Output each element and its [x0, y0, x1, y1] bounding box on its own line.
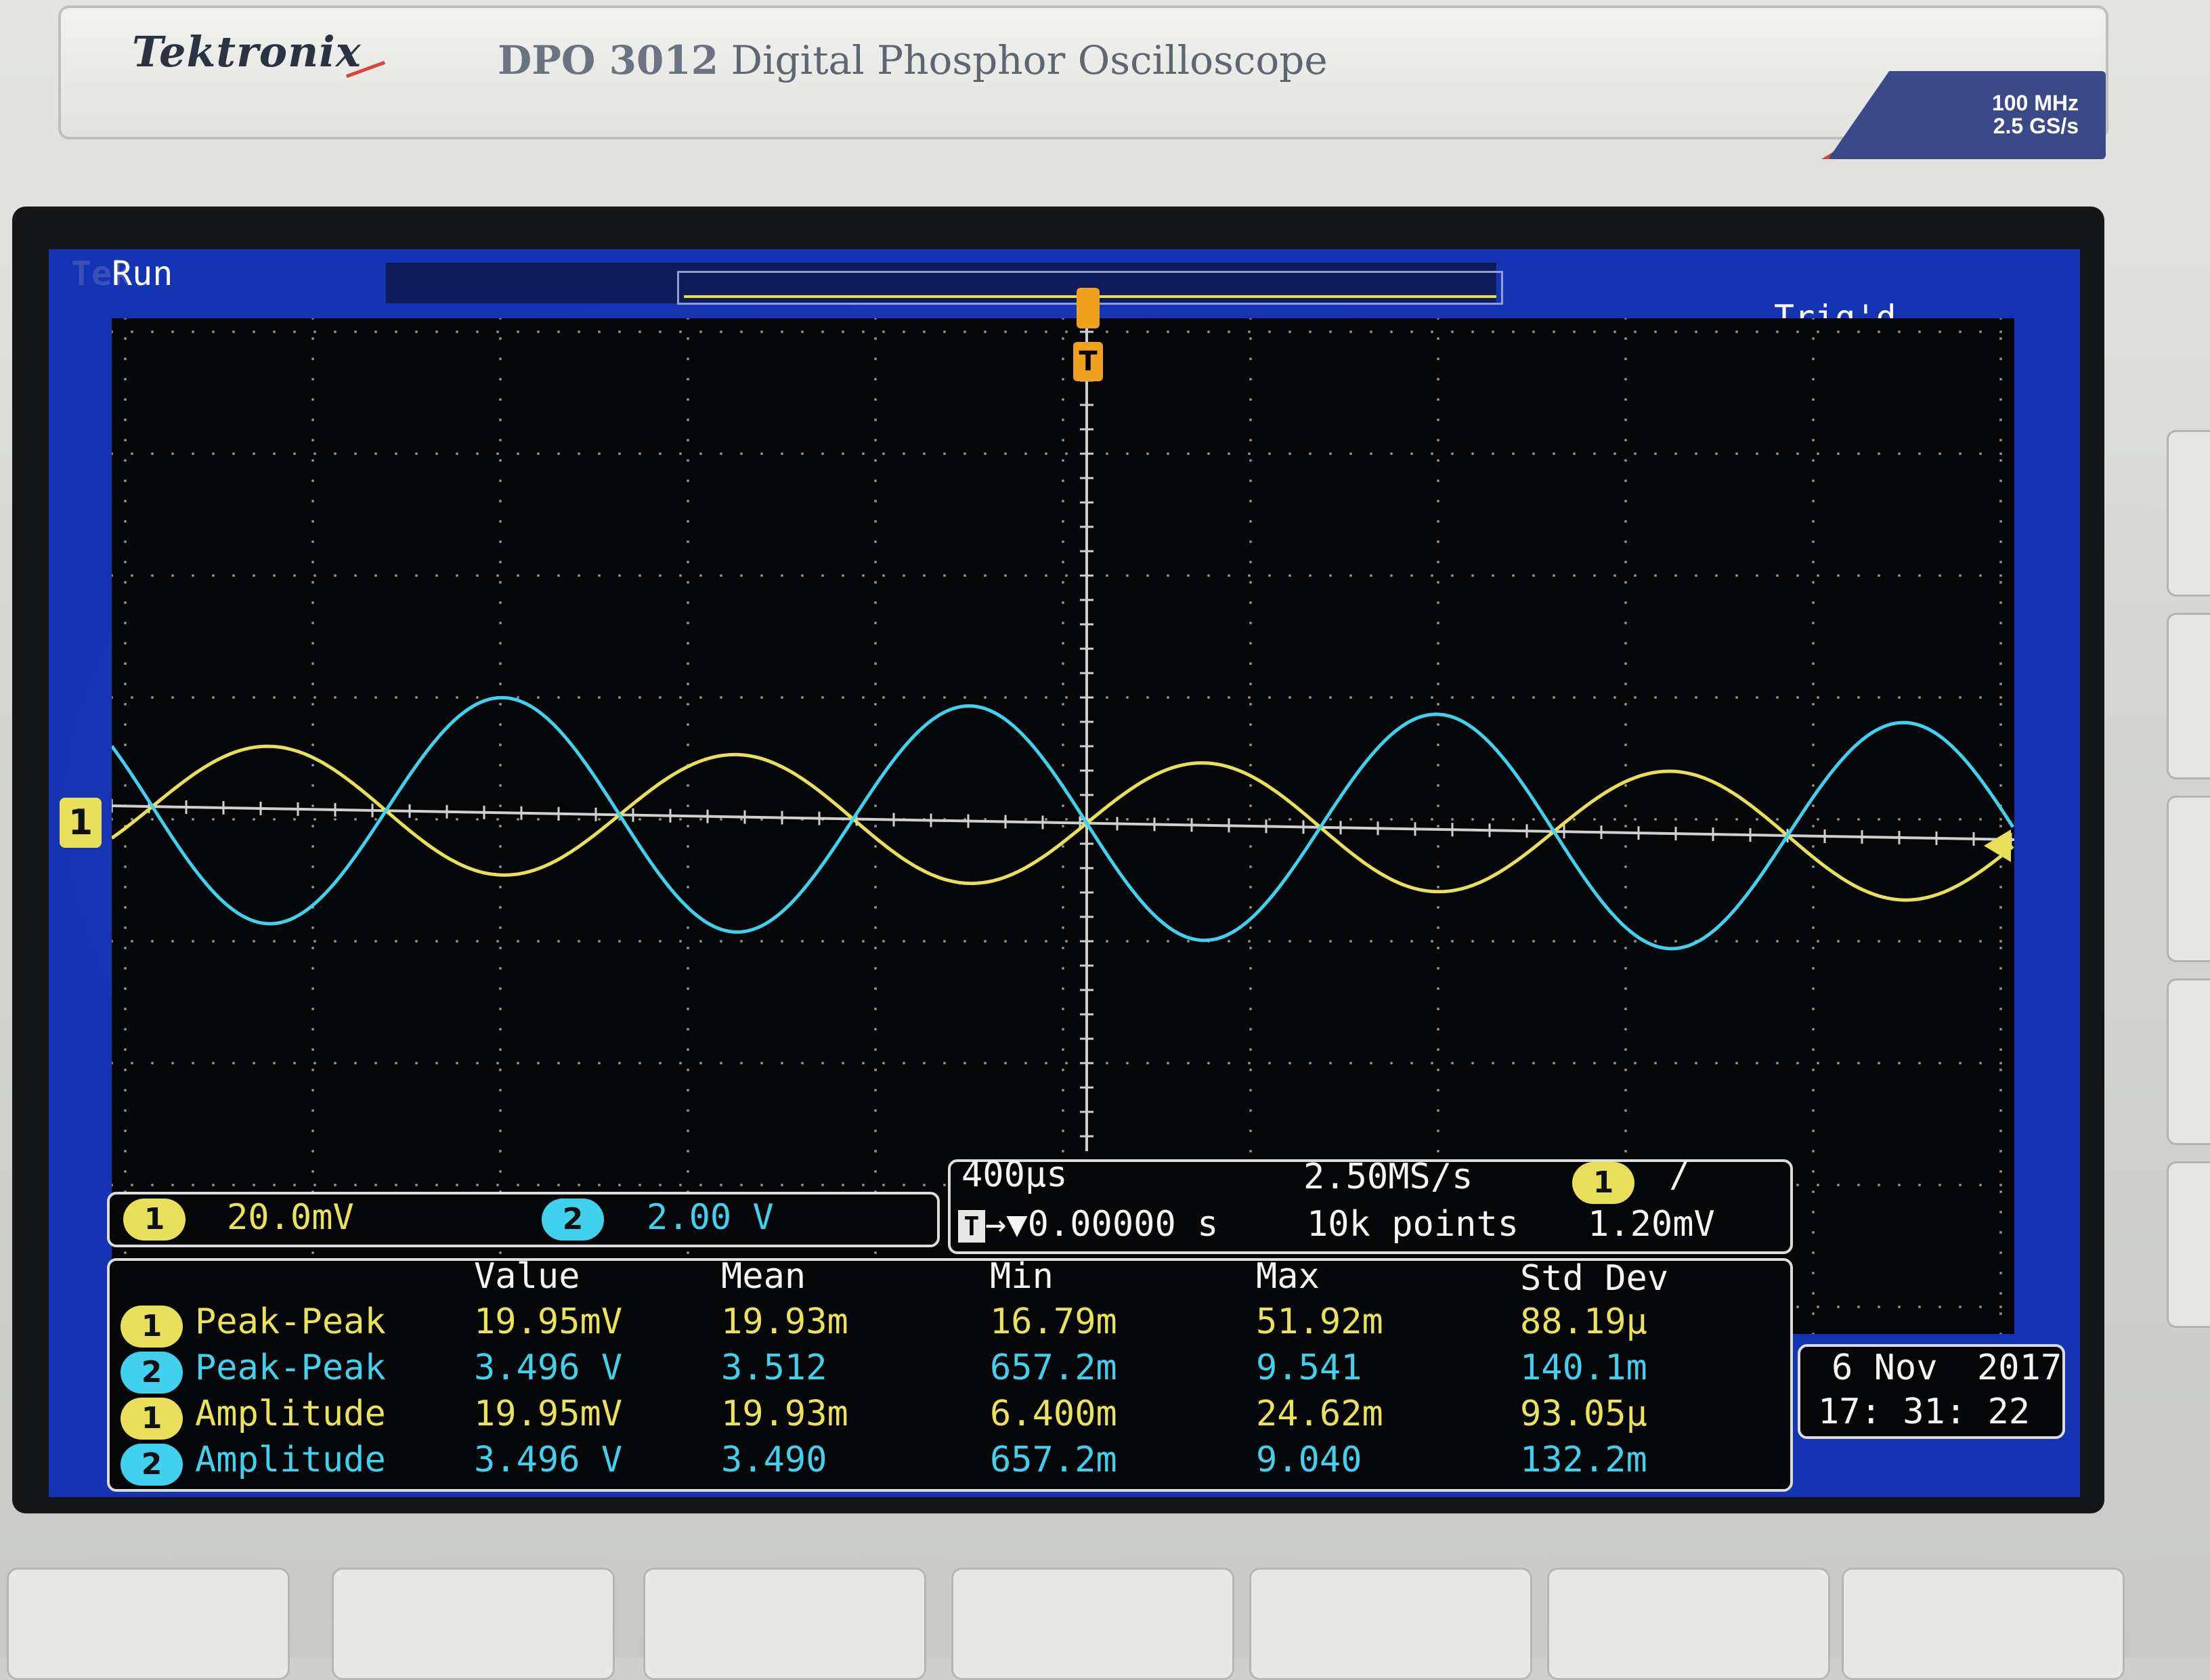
measurement-min: 657.2m: [990, 1348, 1117, 1388]
channel-1-scale: 20.0mV: [227, 1197, 354, 1238]
record-length: 10k points: [1307, 1204, 1519, 1245]
header-value: Value: [474, 1256, 580, 1297]
measurement-min: 657.2m: [990, 1440, 1117, 1480]
bottom-menu-button-5[interactable]: [1249, 1568, 1532, 1680]
measurement-value: 3.496 V: [474, 1440, 623, 1480]
run-status: Run: [112, 254, 173, 293]
time-per-division: 400µs: [961, 1155, 1068, 1195]
measurement-value: 19.95mV: [474, 1301, 623, 1342]
trigger-level: 1.20mV: [1588, 1204, 1715, 1245]
measurement-name: Amplitude: [195, 1440, 386, 1480]
measurement-name: Amplitude: [195, 1394, 386, 1434]
side-menu-button-1[interactable]: [2167, 430, 2210, 597]
measurement-channel-badge: 1: [121, 1306, 183, 1348]
measurement-std: 88.19µ: [1520, 1301, 1647, 1342]
model-number: DPO 3012: [498, 37, 719, 83]
time-of-day: 17: 31: 22: [1818, 1392, 2031, 1432]
trigger-slope-icon: /: [1669, 1155, 1691, 1195]
sample-rate: 2.50MS/s: [1303, 1157, 1473, 1197]
measurement-mean: 19.93m: [721, 1394, 848, 1434]
measurement-mean: 19.93m: [721, 1301, 848, 1342]
measurement-value: 19.95mV: [474, 1394, 623, 1434]
measurement-std: 93.05µ: [1520, 1394, 1647, 1434]
trigger-position-marker[interactable]: T: [1073, 342, 1103, 381]
measurement-std: 140.1m: [1520, 1348, 1647, 1388]
measurement-channel-badge: 1: [121, 1398, 183, 1440]
channel-2-scale: 2.00 V: [647, 1197, 774, 1238]
measurement-min: 16.79m: [990, 1301, 1117, 1342]
header-mean: Mean: [721, 1256, 806, 1297]
measurement-name: Peak-Peak: [195, 1348, 386, 1388]
channel-1-ground-marker[interactable]: 1: [60, 798, 102, 848]
measurement-mean: 3.512: [721, 1348, 827, 1388]
trigger-level-marker[interactable]: [1984, 830, 2011, 862]
measurement-std: 132.2m: [1520, 1440, 1647, 1480]
measurement-mean: 3.490: [721, 1440, 827, 1480]
model-title: DPO 3012 Digital Phosphor Oscilloscope: [498, 37, 1328, 83]
trigger-position-indicator: [1077, 288, 1100, 328]
trigger-source-badge: 1: [1572, 1162, 1634, 1204]
side-menu-button-3[interactable]: [2167, 796, 2210, 962]
measurement-name: Peak-Peak: [195, 1301, 386, 1342]
bottom-menu-button-6[interactable]: [1547, 1568, 1830, 1680]
side-menu-button-2[interactable]: [2167, 613, 2210, 779]
date-year: 2017: [1977, 1348, 2062, 1388]
side-menu-button-4[interactable]: [2167, 978, 2210, 1145]
measurement-max: 9.541: [1256, 1348, 1362, 1388]
trigger-position-value: 0.00000 s: [1027, 1204, 1219, 1245]
measurement-channel-badge: 2: [121, 1352, 183, 1394]
side-menu-button-5[interactable]: [2167, 1161, 2210, 1328]
measurement-max: 24.62m: [1256, 1394, 1383, 1434]
trigger-horizontal-position: T →▼0.00000 s: [958, 1204, 1218, 1245]
measurement-min: 6.400m: [990, 1394, 1117, 1434]
spec-sample-rate: 2.5 GS/s: [1993, 114, 2079, 138]
header-min: Min: [990, 1256, 1054, 1297]
measurement-max: 51.92m: [1256, 1301, 1383, 1342]
bottom-menu-button-3[interactable]: [643, 1568, 926, 1680]
header-std-dev: Std Dev: [1520, 1258, 1669, 1299]
date-day-month: 6 Nov: [1832, 1348, 1938, 1388]
measurement-max: 9.040: [1256, 1440, 1362, 1480]
bottom-menu-button-1[interactable]: [7, 1568, 290, 1680]
trigger-t-icon: T: [958, 1210, 985, 1243]
channel-2-badge: 2: [542, 1199, 604, 1241]
header-max: Max: [1256, 1256, 1320, 1297]
brand-logo: Tektronix: [132, 27, 362, 77]
bottom-menu-button-4[interactable]: [951, 1568, 1234, 1680]
channel-1-badge: 1: [123, 1199, 186, 1241]
bottom-menu-button-2[interactable]: [332, 1568, 615, 1680]
trigger-arrow-icon: →▼: [985, 1204, 1028, 1245]
measurement-channel-badge: 2: [121, 1444, 183, 1486]
model-description: Digital Phosphor Oscilloscope: [731, 37, 1328, 83]
bottom-menu-button-7[interactable]: [1842, 1568, 2125, 1680]
measurement-value: 3.496 V: [474, 1348, 623, 1388]
